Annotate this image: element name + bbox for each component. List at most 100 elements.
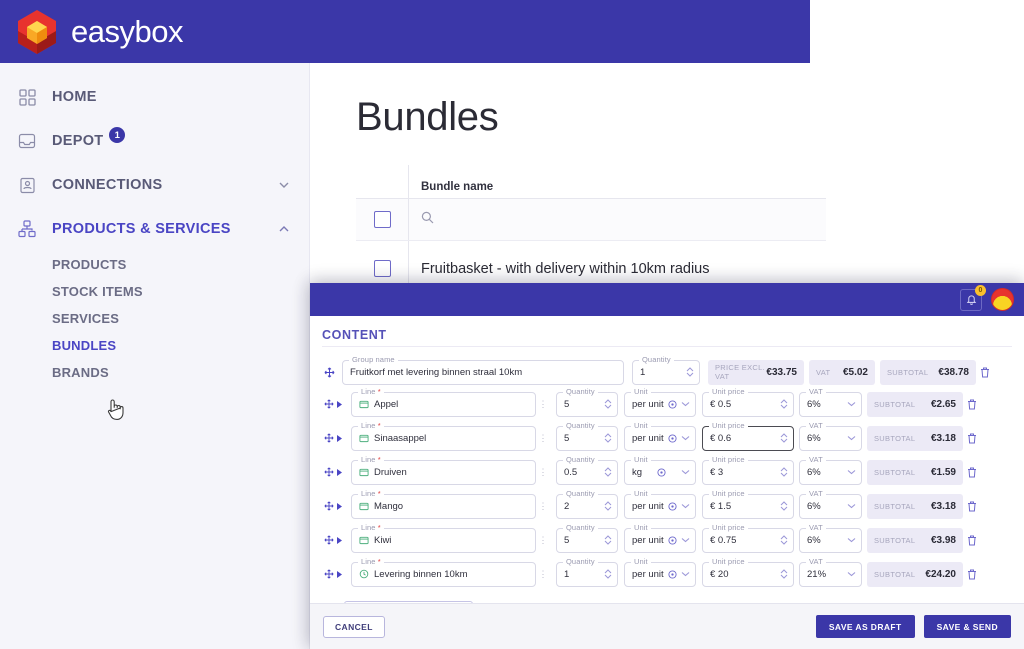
stepper-icon[interactable] — [780, 467, 788, 477]
chevron-down-icon[interactable] — [681, 469, 690, 475]
chevron-down-icon[interactable] — [847, 401, 856, 407]
line-quantity-field[interactable]: Quantity 1 — [556, 556, 618, 587]
line-unit-field[interactable]: Unit per unit — [624, 420, 696, 451]
sidebar-item-products-services[interactable]: PRODUCTS & SERVICES — [0, 207, 309, 251]
group-quantity-field[interactable]: Quantity 1 — [632, 354, 700, 385]
chevron-down-icon[interactable] — [681, 401, 690, 407]
line-unit-field[interactable]: Unit per unit — [624, 522, 696, 553]
line-name-field[interactable]: Line * Mango — [351, 488, 536, 519]
chevron-down-icon[interactable] — [681, 537, 690, 543]
line-options-icon[interactable]: ⋮ — [536, 399, 550, 410]
stepper-icon[interactable] — [686, 367, 694, 377]
line-name-field[interactable]: Line * Kiwi — [351, 522, 536, 553]
stepper-icon[interactable] — [604, 467, 612, 477]
stepper-icon[interactable] — [604, 535, 612, 545]
chevron-down-icon[interactable] — [277, 178, 291, 192]
line-unit-price-field[interactable]: Unit price € 1.5 — [702, 488, 794, 519]
delete-line-button[interactable] — [963, 433, 981, 444]
chevron-down-icon[interactable] — [847, 469, 856, 475]
delete-line-button[interactable] — [963, 501, 981, 512]
drag-move-icon[interactable] — [322, 501, 336, 511]
stepper-icon[interactable] — [604, 501, 612, 511]
line-vat-field[interactable]: VAT 6% — [799, 488, 862, 519]
expand-line-icon[interactable] — [336, 502, 347, 511]
sidebar-item-products[interactable]: PRODUCTS — [52, 251, 309, 278]
chevron-down-icon[interactable] — [681, 571, 690, 577]
sidebar-item-connections[interactable]: CONNECTIONS — [0, 163, 309, 207]
delete-group-button[interactable] — [976, 367, 994, 378]
line-unit-price-field[interactable]: Unit price € 20 — [702, 556, 794, 587]
save-as-draft-button[interactable]: SAVE AS DRAFT — [815, 615, 915, 638]
line-vat-field[interactable]: VAT 6% — [799, 522, 862, 553]
line-name-field[interactable]: Line * Druiven — [351, 454, 536, 485]
chevron-up-icon[interactable] — [277, 222, 291, 236]
sidebar-item-stock-items[interactable]: STOCK ITEMS — [52, 278, 309, 305]
unit-target-icon[interactable] — [668, 433, 677, 443]
delete-line-button[interactable] — [963, 569, 981, 580]
group-name-field[interactable]: Group name Fruitkorf met levering binnen… — [342, 354, 624, 385]
sidebar-item-home[interactable]: HOME — [0, 75, 309, 119]
drag-move-icon[interactable] — [322, 467, 336, 477]
line-name-field[interactable]: Line * Levering binnen 10km — [351, 556, 536, 587]
stepper-icon[interactable] — [780, 433, 788, 443]
unit-target-icon[interactable] — [668, 535, 677, 545]
stepper-icon[interactable] — [780, 569, 788, 579]
chevron-down-icon[interactable] — [847, 571, 856, 577]
select-all-checkbox[interactable] — [373, 211, 391, 228]
stepper-icon[interactable] — [604, 399, 612, 409]
line-quantity-field[interactable]: Quantity 5 — [556, 522, 618, 553]
sidebar-item-brands[interactable]: BRANDS — [52, 359, 309, 386]
chevron-down-icon[interactable] — [681, 503, 690, 509]
unit-target-icon[interactable] — [668, 501, 677, 511]
stepper-icon[interactable] — [604, 433, 612, 443]
expand-line-icon[interactable] — [336, 400, 347, 409]
unit-target-icon[interactable] — [657, 467, 666, 477]
line-vat-field[interactable]: VAT 6% — [799, 454, 862, 485]
line-vat-field[interactable]: VAT 6% — [799, 386, 862, 417]
user-avatar[interactable] — [991, 288, 1014, 311]
stepper-icon[interactable] — [780, 399, 788, 409]
line-options-icon[interactable]: ⋮ — [536, 501, 550, 512]
chevron-down-icon[interactable] — [681, 435, 690, 441]
delete-line-button[interactable] — [963, 467, 981, 478]
line-options-icon[interactable]: ⋮ — [536, 467, 550, 478]
expand-line-icon[interactable] — [336, 468, 347, 477]
line-quantity-field[interactable]: Quantity 2 — [556, 488, 618, 519]
line-quantity-field[interactable]: Quantity 0.5 — [556, 454, 618, 485]
line-vat-field[interactable]: VAT 21% — [799, 556, 862, 587]
line-quantity-field[interactable]: Quantity 5 — [556, 386, 618, 417]
delete-line-button[interactable] — [963, 399, 981, 410]
line-name-field[interactable]: Line * Sinaasappel — [351, 420, 536, 451]
drag-move-icon[interactable] — [322, 367, 336, 378]
cancel-button[interactable]: CANCEL — [323, 615, 385, 638]
line-unit-price-field[interactable]: Unit price € 0.5 — [702, 386, 794, 417]
sidebar-item-depot[interactable]: DEPOT 1 — [0, 119, 309, 163]
drag-move-icon[interactable] — [322, 535, 336, 545]
unit-target-icon[interactable] — [668, 569, 677, 579]
line-unit-price-field[interactable]: Unit price € 3 — [702, 454, 794, 485]
search-input[interactable] — [409, 211, 434, 229]
notifications-button[interactable]: 0 — [960, 284, 986, 311]
chevron-down-icon[interactable] — [847, 435, 856, 441]
sidebar-item-services[interactable]: SERVICES — [52, 305, 309, 332]
line-options-icon[interactable]: ⋮ — [536, 535, 550, 546]
row-checkbox-cell[interactable] — [356, 199, 409, 240]
expand-line-icon[interactable] — [336, 434, 347, 443]
row-checkbox[interactable] — [373, 260, 391, 277]
line-options-icon[interactable]: ⋮ — [536, 433, 550, 444]
line-unit-field[interactable]: Unit per unit — [624, 488, 696, 519]
line-unit-field[interactable]: Unit per unit — [624, 556, 696, 587]
line-unit-price-field[interactable]: Unit price € 0.6 — [702, 420, 794, 451]
drag-move-icon[interactable] — [322, 569, 336, 579]
stepper-icon[interactable] — [780, 501, 788, 511]
sidebar-item-bundles[interactable]: BUNDLES — [52, 332, 309, 359]
chevron-down-icon[interactable] — [847, 537, 856, 543]
line-vat-field[interactable]: VAT 6% — [799, 420, 862, 451]
line-quantity-field[interactable]: Quantity 5 — [556, 420, 618, 451]
line-unit-field[interactable]: Unit per unit — [624, 386, 696, 417]
save-and-send-button[interactable]: SAVE & SEND — [923, 615, 1011, 638]
delete-line-button[interactable] — [963, 535, 981, 546]
stepper-icon[interactable] — [604, 569, 612, 579]
stepper-icon[interactable] — [780, 535, 788, 545]
expand-line-icon[interactable] — [336, 570, 347, 579]
